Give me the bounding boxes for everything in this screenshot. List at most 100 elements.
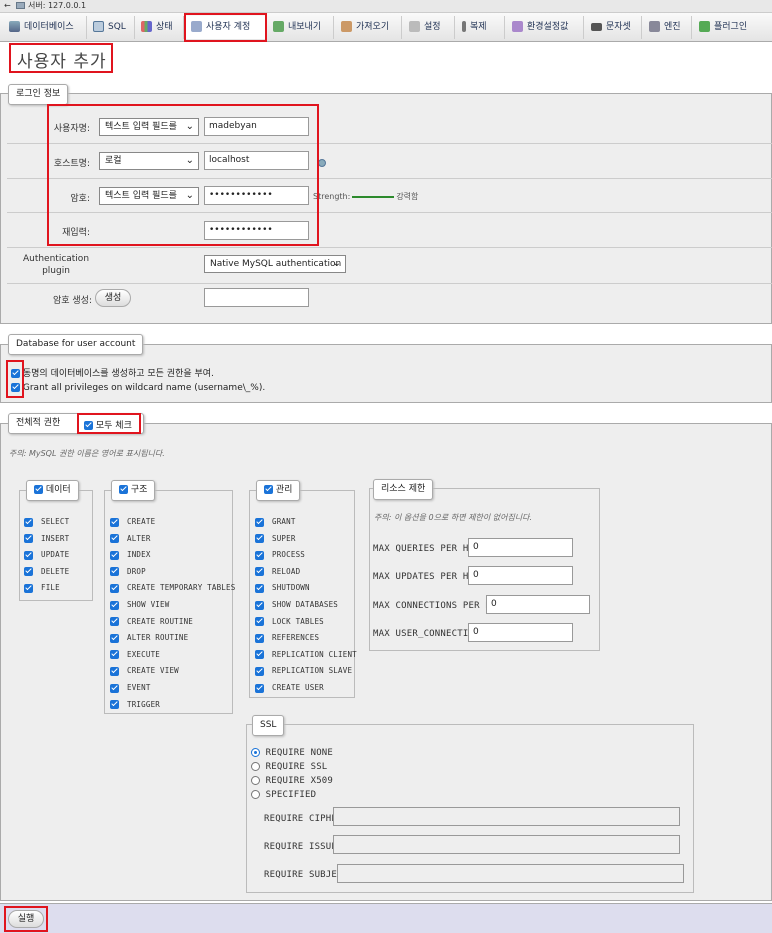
- checkbox-checked[interactable]: [255, 617, 264, 627]
- generate-password-button[interactable]: 생성: [95, 289, 131, 307]
- privilege-shutdown[interactable]: SHUTDOWN: [255, 583, 310, 593]
- checkbox-checked[interactable]: [255, 534, 264, 544]
- auth-plugin-select[interactable]: Native MySQL authentication ⌄: [204, 255, 346, 273]
- privilege-file[interactable]: FILE: [24, 583, 60, 593]
- tab-settings[interactable]: 설정: [404, 16, 455, 39]
- password-input[interactable]: ••••••••••••: [204, 186, 309, 205]
- checkbox-checked[interactable]: [24, 534, 33, 544]
- privilege-alter[interactable]: ALTER: [110, 534, 151, 544]
- max-queries-input[interactable]: 0: [468, 538, 573, 557]
- checkbox-checked[interactable]: [110, 700, 119, 710]
- checkbox-checked[interactable]: [110, 583, 119, 593]
- ssl-option-require-none[interactable]: REQUIRE NONE: [251, 748, 333, 758]
- privilege-select[interactable]: SELECT: [24, 517, 69, 527]
- privilege-alter-routine[interactable]: ALTER ROUTINE: [110, 633, 188, 643]
- help-icon[interactable]: [318, 159, 326, 167]
- check-all-option[interactable]: 모두 체크: [84, 418, 132, 431]
- generated-password-input[interactable]: [204, 288, 309, 307]
- privilege-references[interactable]: REFERENCES: [255, 633, 319, 643]
- radio-unselected[interactable]: [251, 762, 260, 771]
- tab-user-accounts[interactable]: 사용자 계정: [186, 16, 266, 39]
- server-label[interactable]: 서버: 127.0.0.1: [28, 1, 86, 10]
- back-arrow-icon[interactable]: ←: [4, 0, 14, 12]
- checkbox-checked[interactable]: [255, 633, 264, 643]
- checkbox-checked[interactable]: [255, 683, 264, 693]
- checkbox-checked[interactable]: [34, 485, 43, 494]
- require-issuer-input[interactable]: [333, 835, 680, 854]
- checkbox-checked[interactable]: [110, 550, 119, 560]
- password-mode-select[interactable]: 텍스트 입력 필드를 ⌄: [99, 187, 199, 205]
- privilege-update[interactable]: UPDATE: [24, 550, 69, 560]
- privilege-show-view[interactable]: SHOW VIEW: [110, 600, 169, 610]
- privilege-replication-client[interactable]: REPLICATION CLIENT: [255, 650, 357, 660]
- checkbox-checked[interactable]: [255, 666, 264, 676]
- privilege-insert[interactable]: INSERT: [24, 534, 69, 544]
- tab-sql[interactable]: SQL: [88, 16, 135, 39]
- checkbox-checked[interactable]: [119, 485, 128, 494]
- ssl-option-specified[interactable]: SPECIFIED: [251, 790, 316, 800]
- privilege-execute[interactable]: EXECUTE: [110, 650, 160, 660]
- checkbox-checked[interactable]: [24, 550, 33, 560]
- privilege-event[interactable]: EVENT: [110, 683, 151, 693]
- checkbox-checked[interactable]: [110, 633, 119, 643]
- tab-variables[interactable]: 환경설정값: [507, 16, 584, 39]
- ssl-option-require-x509[interactable]: REQUIRE X509: [251, 776, 333, 786]
- max-updates-input[interactable]: 0: [468, 566, 573, 585]
- checkbox-checked[interactable]: [110, 650, 119, 660]
- tab-import[interactable]: 가져오기: [336, 16, 402, 39]
- username-input[interactable]: madebyan: [204, 117, 309, 136]
- checkbox-checked[interactable]: [110, 600, 119, 610]
- checkbox-checked[interactable]: [255, 600, 264, 610]
- privilege-super[interactable]: SUPER: [255, 534, 296, 544]
- checkbox-checked[interactable]: [255, 650, 264, 660]
- radio-unselected[interactable]: [251, 790, 260, 799]
- checkbox-checked[interactable]: [24, 583, 33, 593]
- max-user-connections-input[interactable]: 0: [468, 623, 573, 642]
- privilege-create-temporary-tables[interactable]: CREATE TEMPORARY TABLES: [110, 583, 235, 593]
- privilege-lock-tables[interactable]: LOCK TABLES: [255, 617, 324, 627]
- require-cipher-input[interactable]: [333, 807, 680, 826]
- tab-databases[interactable]: 데이터베이스: [4, 16, 87, 39]
- checkbox-checked[interactable]: [110, 534, 119, 544]
- grant-wildcard-option[interactable]: Grant all privileges on wildcard name (u…: [11, 383, 265, 393]
- max-connections-input[interactable]: 0: [486, 595, 590, 614]
- radio-selected[interactable]: [251, 748, 260, 757]
- privilege-show-databases[interactable]: SHOW DATABASES: [255, 600, 338, 610]
- tab-status[interactable]: 상태: [136, 16, 184, 39]
- privilege-create-routine[interactable]: CREATE ROUTINE: [110, 617, 193, 627]
- checkbox-checked[interactable]: [255, 583, 264, 593]
- checkbox-checked[interactable]: [11, 383, 20, 392]
- tab-replication[interactable]: 복제: [457, 16, 505, 39]
- checkbox-checked[interactable]: [84, 421, 93, 430]
- structure-group-legend[interactable]: 구조: [111, 480, 156, 501]
- hostname-input[interactable]: localhost: [204, 151, 309, 170]
- privilege-trigger[interactable]: TRIGGER: [110, 700, 160, 710]
- privilege-create[interactable]: CREATE: [110, 517, 155, 527]
- privilege-create-user[interactable]: CREATE USER: [255, 683, 324, 693]
- tab-charsets[interactable]: 문자셋: [586, 16, 642, 39]
- retype-password-input[interactable]: ••••••••••••: [204, 221, 309, 240]
- privilege-index[interactable]: INDEX: [110, 550, 151, 560]
- privilege-process[interactable]: PROCESS: [255, 550, 305, 560]
- tab-plugins[interactable]: 플러그인: [694, 16, 770, 39]
- privilege-delete[interactable]: DELETE: [24, 567, 69, 577]
- checkbox-checked[interactable]: [255, 567, 264, 577]
- checkbox-checked[interactable]: [264, 485, 273, 494]
- privilege-create-view[interactable]: CREATE VIEW: [110, 666, 179, 676]
- create-db-option[interactable]: 동명의 데이터베이스를 생성하고 모든 권한을 부여.: [11, 366, 214, 379]
- username-mode-select[interactable]: 텍스트 입력 필드를 ⌄: [99, 118, 199, 136]
- checkbox-checked[interactable]: [24, 567, 33, 577]
- privilege-reload[interactable]: RELOAD: [255, 567, 300, 577]
- checkbox-checked[interactable]: [11, 369, 20, 378]
- checkbox-checked[interactable]: [255, 517, 264, 527]
- checkbox-checked[interactable]: [110, 567, 119, 577]
- checkbox-checked[interactable]: [255, 550, 264, 560]
- tab-engines[interactable]: 엔진: [644, 16, 692, 39]
- hostname-mode-select[interactable]: 로컬 ⌄: [99, 152, 199, 170]
- privilege-replication-slave[interactable]: REPLICATION SLAVE: [255, 666, 352, 676]
- tab-export[interactable]: 내보내기: [268, 16, 334, 39]
- privilege-drop[interactable]: DROP: [110, 567, 146, 577]
- checkbox-checked[interactable]: [24, 517, 33, 527]
- ssl-option-require-ssl[interactable]: REQUIRE SSL: [251, 762, 327, 772]
- admin-group-legend[interactable]: 관리: [256, 480, 301, 501]
